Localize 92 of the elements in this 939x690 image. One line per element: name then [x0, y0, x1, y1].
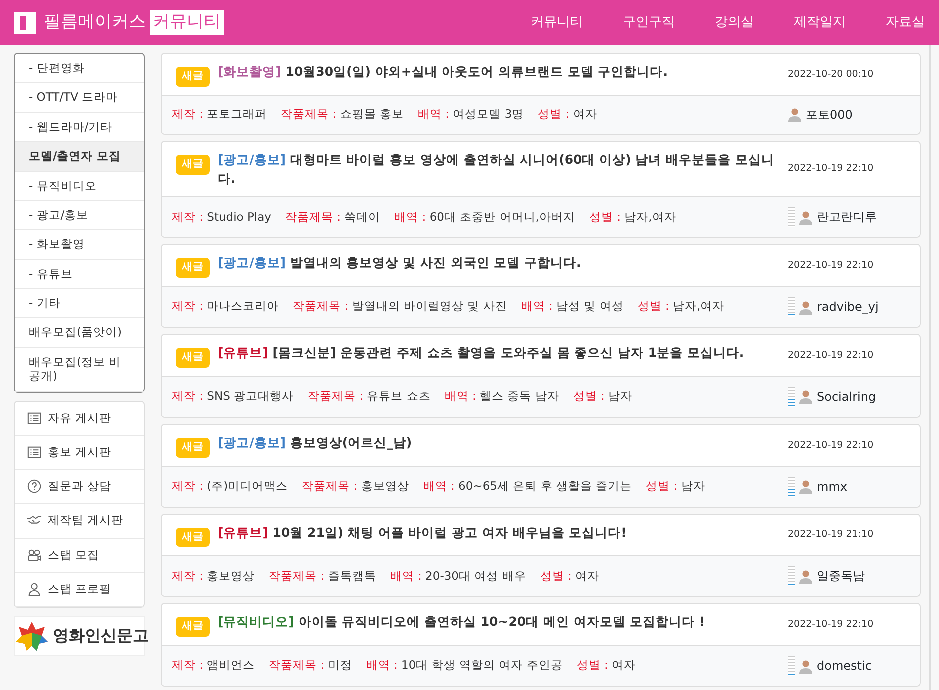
- category-item[interactable]: 배우모집(정보 비공개): [15, 348, 144, 392]
- list-icon: [27, 410, 42, 426]
- meta-field: 성별 : 여자: [576, 657, 636, 675]
- author-link[interactable]: mmx: [817, 478, 848, 496]
- post-date: 2022-10-19 22:10: [788, 259, 875, 273]
- avatar-icon: [799, 658, 813, 674]
- avatar-icon: [799, 568, 813, 584]
- meta-field: 작품제목 : 발열내의 바이럴영상 및 사진: [293, 298, 508, 316]
- nav-link[interactable]: 구인구직: [623, 12, 675, 32]
- post-date: 2022-10-20 00:10: [788, 68, 875, 82]
- post-title[interactable]: [광고/홍보] 홍보영상(어르신_남): [218, 434, 412, 452]
- avatar-icon: [799, 210, 813, 225]
- category-item[interactable]: - 유튜브: [15, 260, 144, 289]
- post-date: 2022-10-19 22:10: [788, 438, 875, 452]
- new-badge: 새글: [176, 528, 210, 548]
- new-badge: 새글: [176, 258, 210, 278]
- meta-field: 제작 : Studio Play: [172, 208, 272, 226]
- meta-field: 제작 : 포토그래퍼: [172, 106, 268, 124]
- site-logo-text[interactable]: 필름메이커스: [44, 10, 146, 36]
- avatar-icon: [788, 107, 802, 122]
- category-item[interactable]: - 광고/홍보: [15, 200, 144, 230]
- category-item[interactable]: - OTT/TV 드라마: [15, 83, 144, 113]
- new-badge: 새글: [176, 617, 210, 637]
- avatar-icon: [799, 479, 813, 494]
- new-badge: 새글: [176, 67, 210, 87]
- post-date: 2022-10-19 21:10: [788, 528, 875, 542]
- meta-field: 배역 : 60대 초중반 어머니,아버지: [394, 208, 576, 226]
- meta-field: 배역 : 60~65세 은퇴 후 생활을 즐기는: [423, 478, 632, 496]
- nav-link[interactable]: 커뮤니티: [531, 12, 583, 32]
- post-date: 2022-10-19 22:10: [788, 618, 875, 632]
- meta-field: 제작 : (주)미디어맥스: [172, 478, 288, 496]
- author-link[interactable]: domestic: [817, 657, 872, 675]
- board-link[interactable]: 제작팀 게시판: [15, 504, 144, 538]
- board-link[interactable]: 자유 게시판: [15, 402, 144, 436]
- person-icon: [27, 582, 42, 597]
- new-badge: 새글: [176, 154, 210, 174]
- category-item[interactable]: - 화보촬영: [15, 230, 144, 260]
- post-date: 2022-10-19 22:10: [788, 162, 875, 176]
- nav-link[interactable]: 강의실: [715, 12, 754, 32]
- meta-field: 성별 : 남자: [573, 388, 633, 406]
- post-title[interactable]: [유튜브] 10월 21일) 채팅 어플 바이럴 광고 여자 배우님을 모십니다!: [218, 524, 627, 542]
- logo-icon: [14, 12, 36, 34]
- avatar-icon: [799, 300, 813, 314]
- meta-field: 작품제목 : 미정: [269, 657, 352, 675]
- meta-field: 작품제목 : 쑥데이: [285, 208, 381, 226]
- meta-field: 성별 : 남자,여자: [638, 298, 725, 316]
- question-icon: [27, 479, 42, 494]
- board-link[interactable]: 스탭 모집: [15, 538, 144, 573]
- category-item[interactable]: - 뮤직비디오: [15, 172, 144, 201]
- board-link[interactable]: 홍보 게시판: [15, 436, 144, 470]
- post-title[interactable]: [화보촬영] 10월30일(일) 야외+실내 아웃도어 의류브랜드 모델 구인합니다.: [218, 63, 668, 82]
- meta-field: 배역 : 20-30대 여성 배우: [390, 568, 526, 585]
- star-logo-icon: [15, 621, 49, 651]
- meta-field: 작품제목 : 쇼핑몰 홍보: [281, 106, 404, 124]
- author-link[interactable]: Socialring: [817, 388, 876, 406]
- community-tag[interactable]: 커뮤니티: [150, 10, 224, 36]
- meta-field: 성별 : 여자: [540, 568, 600, 585]
- category-item[interactable]: - 기타: [15, 289, 144, 318]
- meta-field: 작품제목 : 홍보영상: [302, 478, 410, 496]
- board-link[interactable]: 질문과 상담: [15, 470, 144, 504]
- author-link[interactable]: radvibe_yj: [817, 298, 879, 316]
- author-link[interactable]: 포토000: [806, 106, 853, 124]
- meta-field: 작품제목 : 즐톡캠톡: [269, 568, 376, 585]
- avatar-icon: [799, 389, 813, 404]
- meta-field: 배역 : 헬스 중독 남자: [444, 388, 560, 406]
- post-title[interactable]: [광고/홍보] 발열내의 홍보영상 및 사진 외국인 모델 구합니다.: [218, 254, 582, 273]
- meta-field: 제작 : 앰비언스: [172, 657, 256, 675]
- meta-field: 제작 : SNS 광고대행사: [172, 388, 294, 406]
- new-badge: 새글: [176, 348, 210, 368]
- category-item[interactable]: 배우모집(품앗이): [15, 318, 144, 348]
- author-link[interactable]: 일중독남: [817, 567, 865, 586]
- meta-field: 작품제목 : 유튜브 쇼츠: [308, 388, 431, 406]
- author-link[interactable]: 란고란디루: [817, 208, 877, 226]
- list-icon: [27, 444, 42, 460]
- post-title[interactable]: [광고/홍보] 대형마트 바이럴 홍보 영상에 출연하실 시니어(60대 이상) 남녀 배우분들을 모십니다.: [218, 150, 780, 188]
- nav-link[interactable]: 제작일지: [794, 12, 846, 32]
- new-badge: 새글: [176, 438, 210, 458]
- category-item[interactable]: - 단편영화: [15, 54, 144, 84]
- meta-field: 배역 : 남성 및 여성: [521, 298, 624, 316]
- meta-field: 성별 : 남자: [646, 478, 706, 496]
- meta-field: 배역 : 여성모델 3명: [418, 106, 524, 124]
- post-title[interactable]: [뮤직비디오] 아이돌 뮤직비디오에 출연하실 10~20대 메인 여자모델 모집합니다 !: [218, 613, 706, 632]
- nav-link[interactable]: 자료실: [886, 12, 925, 32]
- category-item[interactable]: 모델/출연자 모집: [15, 142, 144, 172]
- meta-field: 성별 : 여자: [538, 106, 598, 124]
- meta-field: 성별 : 남자,여자: [589, 208, 676, 226]
- meta-field: 제작 : 마나스코리아: [172, 298, 280, 316]
- board-link[interactable]: 스탭 프로필: [15, 572, 144, 607]
- meta-field: 제작 : 홍보영상: [172, 568, 256, 585]
- meta-field: 배역 : 10대 학생 역할의 여자 주인공: [366, 657, 563, 675]
- post-title[interactable]: [유튜브] [몸크신분] 운동관련 주제 쇼츠 촬영을 도와주실 몸 좋으신 남자 1분을 모십니다.: [218, 344, 744, 363]
- post-date: 2022-10-19 22:10: [788, 348, 875, 363]
